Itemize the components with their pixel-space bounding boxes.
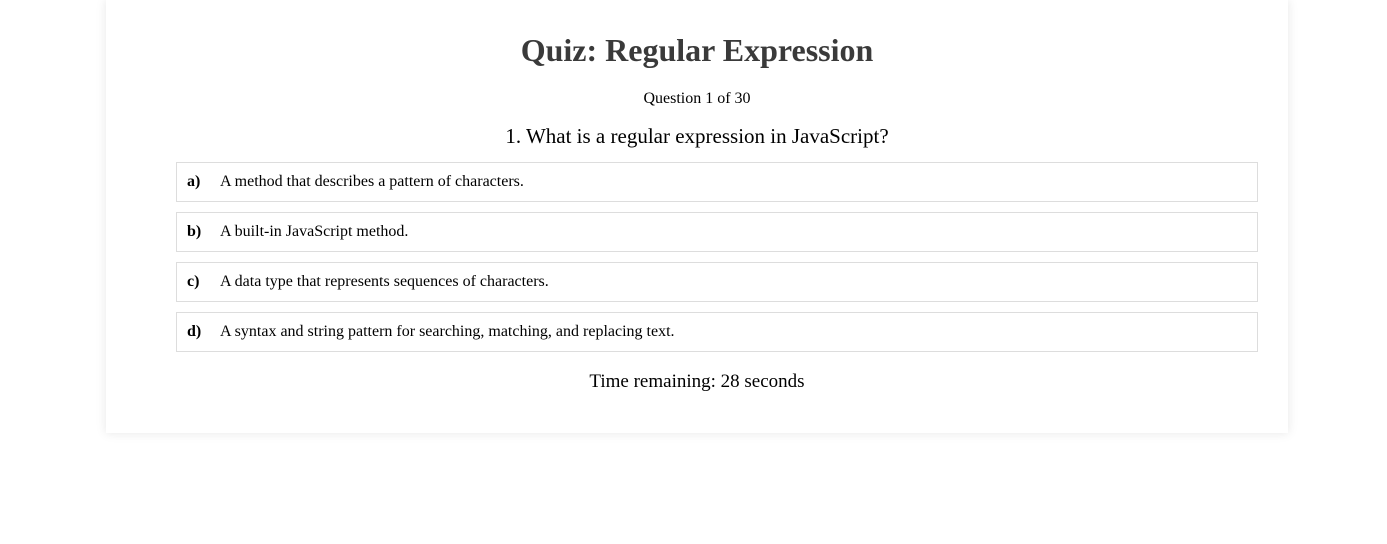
answer-option-c[interactable]: c) A data type that represents sequences…: [176, 262, 1258, 302]
option-text: A built-in JavaScript method.: [220, 223, 409, 240]
option-text: A data type that represents sequences of…: [220, 273, 549, 290]
answer-option-d[interactable]: d) A syntax and string pattern for searc…: [176, 312, 1258, 352]
option-letter: c): [187, 273, 200, 290]
question-text: 1. What is a regular expression in JavaS…: [505, 124, 889, 148]
answer-option-b[interactable]: b) A built-in JavaScript method.: [176, 212, 1258, 252]
timer-text: Time remaining: 28 seconds: [589, 371, 805, 392]
option-letter: a): [187, 173, 201, 190]
answer-option-a[interactable]: a) A method that describes a pattern of …: [176, 162, 1258, 202]
option-letter: b): [187, 223, 202, 240]
option-text: A syntax and string pattern for searchin…: [220, 323, 675, 340]
quiz-container: Quiz: Regular Expression Question 1 of 3…: [106, 0, 1288, 433]
option-text: A method that describes a pattern of cha…: [220, 173, 524, 190]
quiz-title: Quiz: Regular Expression: [520, 32, 874, 68]
option-letter: d): [187, 323, 202, 340]
answer-options: a) A method that describes a pattern of …: [176, 162, 1258, 362]
question-counter: Question 1 of 30: [643, 90, 751, 107]
